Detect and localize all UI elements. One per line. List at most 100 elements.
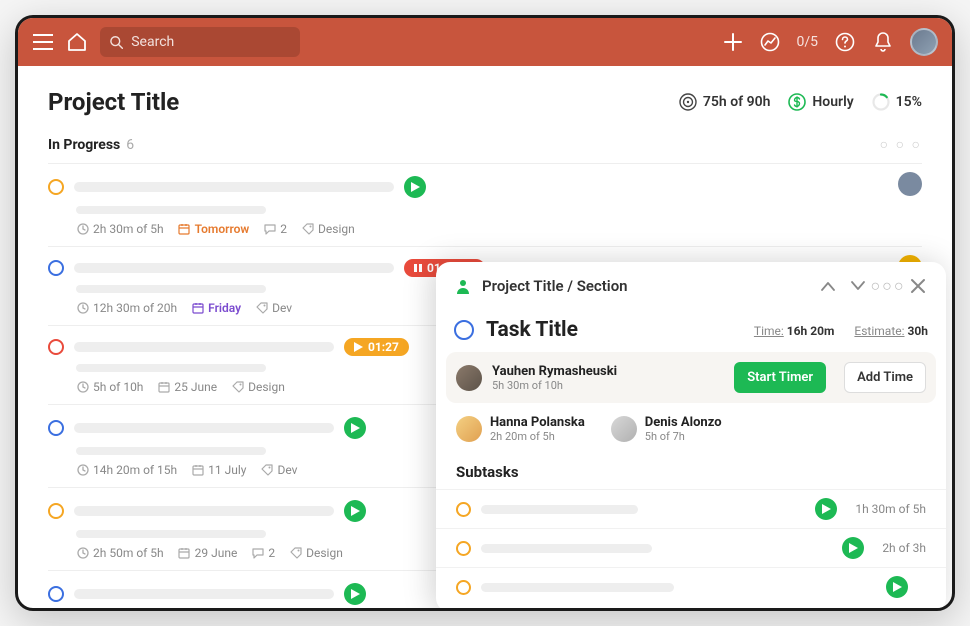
timer-pill[interactable]: 01:27 <box>344 338 409 356</box>
tag-icon <box>255 302 268 315</box>
search-input[interactable] <box>131 34 290 50</box>
task-status-toggle[interactable] <box>48 503 64 519</box>
topbar-count: 0/5 <box>796 34 818 50</box>
topbar: 0/5 <box>18 18 952 66</box>
assignee-avatar[interactable] <box>898 172 922 196</box>
close-icon[interactable] <box>908 276 928 296</box>
subtask-title-placeholder <box>481 544 652 553</box>
play-button[interactable] <box>886 576 908 598</box>
speed-icon[interactable] <box>760 31 780 53</box>
add-icon[interactable] <box>722 31 744 53</box>
task-status-toggle[interactable] <box>48 586 64 602</box>
section-more-icon[interactable]: ○ ○ ○ <box>880 136 922 153</box>
calendar-icon <box>191 302 204 315</box>
assignee: Hanna Polanska2h 20m of 5h <box>456 415 585 443</box>
play-button[interactable] <box>344 583 366 605</box>
play-button[interactable] <box>344 417 366 439</box>
task-title-placeholder <box>74 263 394 273</box>
subtask-time: 2h of 3h <box>882 541 926 555</box>
subtask-title-placeholder <box>481 583 674 592</box>
task-status-toggle[interactable] <box>48 179 64 195</box>
help-icon[interactable] <box>834 31 856 53</box>
other-assignees: Hanna Polanska2h 20m of 5h Denis Alonzo5h… <box>436 403 946 449</box>
task-subtitle-placeholder <box>76 447 266 455</box>
task-title-placeholder <box>74 506 334 516</box>
task-tag: Design <box>231 380 285 394</box>
subtask-status-toggle[interactable] <box>456 580 471 595</box>
project-title: Project Title <box>48 88 179 116</box>
section-label: In Progress <box>48 137 120 153</box>
tag-icon <box>301 223 314 236</box>
search-icon <box>110 35 123 50</box>
clock-icon <box>76 223 89 236</box>
clock-icon <box>76 302 89 315</box>
task-title-placeholder <box>74 589 334 599</box>
subtask-row[interactable] <box>436 567 946 606</box>
task-detail-panel: Project Title / Section ○○○ Task Title T… <box>436 262 946 611</box>
task-title-placeholder <box>74 342 334 352</box>
calendar-icon <box>157 381 170 394</box>
breadcrumb[interactable]: Project Title / Section <box>482 277 628 295</box>
play-button[interactable] <box>815 498 837 520</box>
task-tag: Dev <box>260 463 297 477</box>
task-comments[interactable]: 2 <box>251 546 275 560</box>
calendar-icon <box>178 547 191 560</box>
play-button[interactable] <box>404 176 426 198</box>
prev-task-icon[interactable] <box>818 276 838 296</box>
task-title-placeholder <box>74 423 334 433</box>
clock-icon <box>76 547 89 560</box>
panel-header: Project Title / Section ○○○ <box>436 262 946 308</box>
next-task-icon[interactable] <box>848 276 868 296</box>
clock-icon <box>76 464 89 477</box>
task-time: 12h 30m of 20h <box>76 301 177 315</box>
start-timer-button[interactable]: Start Timer <box>734 362 826 393</box>
subtask-row[interactable]: 1h 30m of 5h <box>436 489 946 528</box>
tag-icon <box>289 547 302 560</box>
task-row[interactable]: 2h 30m of 5hTomorrow2Design <box>48 163 922 246</box>
task-subtitle-placeholder <box>76 206 266 214</box>
clock-icon <box>76 381 89 394</box>
task-status-toggle[interactable] <box>48 420 64 436</box>
task-subtitle-placeholder <box>76 285 266 293</box>
comment-icon <box>263 223 276 236</box>
subtask-title-placeholder <box>481 505 638 514</box>
task-time: 14h 20m of 15h <box>76 463 177 477</box>
play-button[interactable] <box>842 537 864 559</box>
menu-icon[interactable] <box>32 31 54 53</box>
calendar-icon <box>191 464 204 477</box>
subtasks-heading: Subtasks <box>436 449 946 489</box>
person-icon <box>454 277 472 295</box>
task-status-toggle[interactable] <box>48 260 64 276</box>
home-icon[interactable] <box>66 31 88 53</box>
panel-more-icon[interactable]: ○○○ <box>878 276 898 296</box>
subtask-status-toggle[interactable] <box>456 541 471 556</box>
task-subtitle-placeholder <box>76 364 266 372</box>
subtask-list: 1h 30m of 5h 2h of 3h <box>436 489 946 606</box>
calendar-icon <box>178 223 191 236</box>
search-box[interactable] <box>100 27 300 57</box>
add-time-button[interactable]: Add Time <box>844 362 926 393</box>
assignee: Denis Alonzo5h of 7h <box>611 415 722 443</box>
task-tag: Design <box>289 546 343 560</box>
user-avatar[interactable] <box>910 28 938 56</box>
hours-stat: 75h of 90h <box>679 93 770 111</box>
task-status-toggle[interactable] <box>48 339 64 355</box>
billing-stat: Hourly <box>788 93 853 111</box>
assignee-name: Yauhen Rymasheuski <box>492 364 617 379</box>
comment-icon <box>251 547 264 560</box>
assignee-time: 2h 20m of 5h <box>490 430 585 443</box>
bell-icon[interactable] <box>872 31 894 53</box>
primary-assignee: Yauhen Rymasheuski 5h 30m of 10h Start T… <box>446 352 936 403</box>
task-tag: Design <box>301 222 355 236</box>
task-complete-toggle[interactable] <box>454 320 474 340</box>
task-comments[interactable]: 2 <box>263 222 287 236</box>
task-due: Friday <box>191 301 241 315</box>
task-date: 25 June <box>157 380 217 394</box>
project-header: Project Title 75h of 90h Hourly 15% <box>18 66 952 130</box>
subtask-row[interactable]: 2h of 3h <box>436 528 946 567</box>
play-button[interactable] <box>344 500 366 522</box>
target-icon <box>679 93 697 111</box>
task-subtitle-placeholder <box>76 530 266 538</box>
subtask-status-toggle[interactable] <box>456 502 471 517</box>
avatar <box>611 416 637 442</box>
